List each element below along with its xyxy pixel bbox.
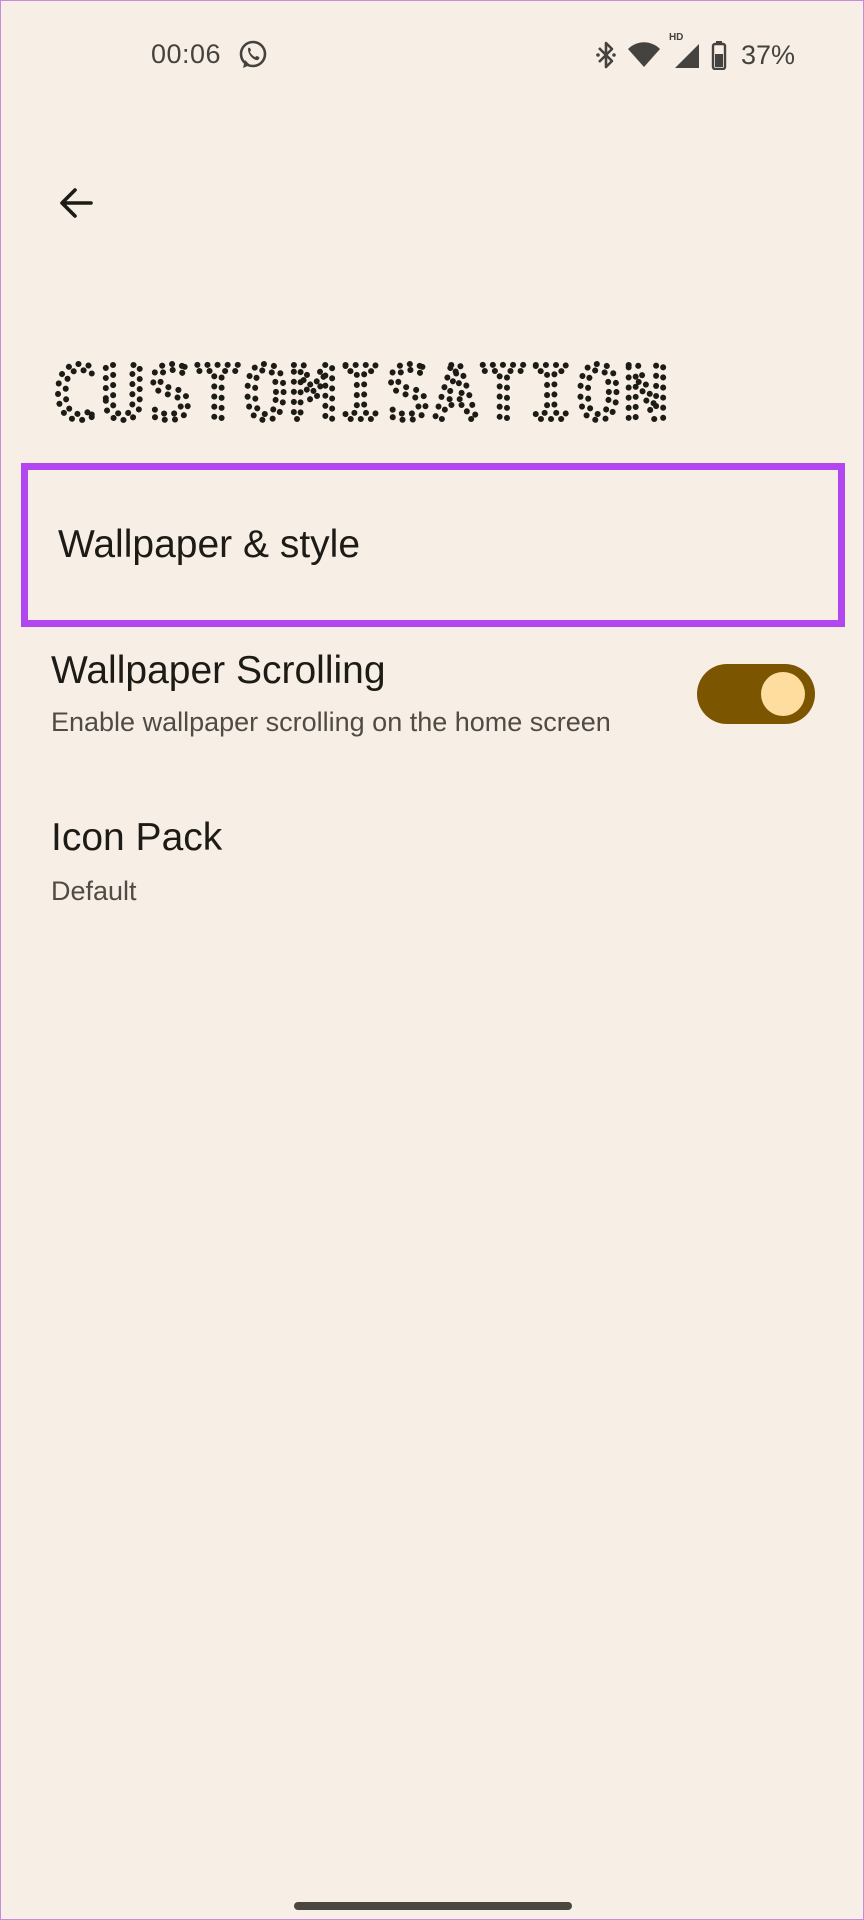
battery-icon — [711, 40, 727, 70]
page-title: CUSTOMISATION — [51, 361, 671, 440]
navigation-handle[interactable] — [294, 1902, 572, 1910]
wallpaper-style-title: Wallpaper & style — [58, 523, 361, 566]
hd-label: HD — [668, 32, 684, 43]
status-icons: HD 37% — [595, 32, 795, 73]
signal-icon: HD — [669, 32, 701, 70]
status-bar: 00:06 HD 37% — [1, 1, 864, 111]
icon-pack-item[interactable]: Icon Pack Default — [21, 816, 845, 926]
wifi-icon — [627, 41, 661, 69]
wallpaper-scrolling-item[interactable]: Wallpaper Scrolling Enable wallpaper scr… — [21, 649, 845, 759]
wallpaper-scrolling-title: Wallpaper Scrolling — [51, 649, 386, 692]
bluetooth-icon — [595, 40, 617, 70]
back-button[interactable] — [45, 171, 109, 235]
battery-percent: 37% — [740, 39, 795, 70]
wallpaper-style-item[interactable]: Wallpaper & style — [21, 463, 845, 627]
icon-pack-value: Default — [51, 876, 137, 906]
whatsapp-icon — [237, 39, 269, 71]
wallpaper-scrolling-subtitle: Enable wallpaper scrolling on the home s… — [51, 707, 611, 737]
status-time: 00:06 — [151, 39, 222, 69]
wallpaper-scrolling-toggle[interactable] — [697, 664, 815, 724]
icon-pack-title: Icon Pack — [51, 816, 223, 859]
arrow-left-icon — [60, 188, 93, 218]
toggle-thumb — [761, 672, 805, 716]
page-title-text: CUSTOMISATION — [53, 361, 671, 437]
